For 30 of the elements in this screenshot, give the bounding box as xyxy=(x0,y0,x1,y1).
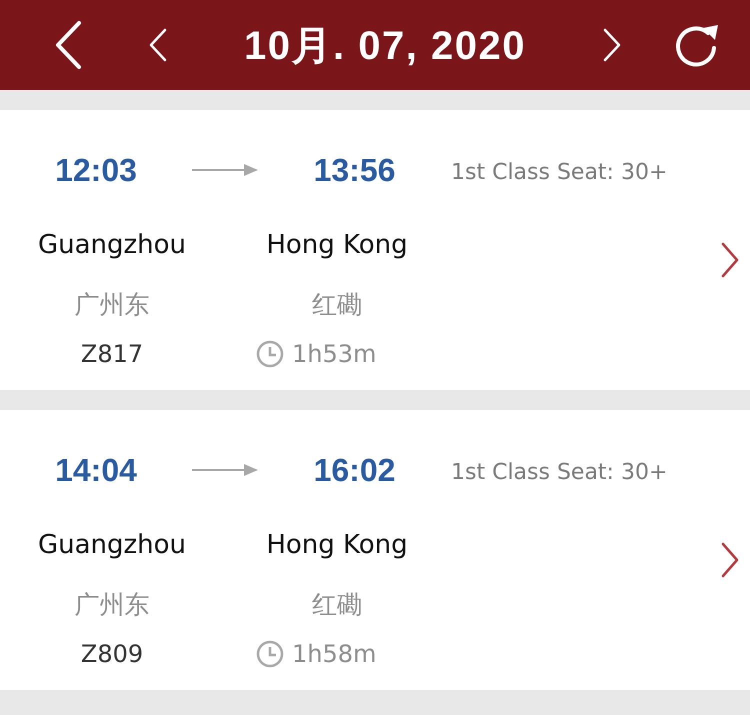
arrival-time: 13:56 xyxy=(312,152,396,188)
clock-icon xyxy=(256,640,284,668)
departure-station: 广州东 xyxy=(74,590,150,621)
chevron-right-icon xyxy=(602,28,622,62)
chevron-right-icon xyxy=(720,542,740,578)
chevron-left-icon xyxy=(148,28,168,62)
arrival-station: 红磡 xyxy=(312,590,362,621)
departure-city: Guangzhou xyxy=(38,229,186,262)
arrow-icon xyxy=(192,463,258,477)
arrival-station: 红磡 xyxy=(312,290,362,321)
departure-station: 广州东 xyxy=(74,290,150,321)
departure-time: 14:04 xyxy=(54,452,138,488)
departure-time: 12:03 xyxy=(54,152,138,188)
train-card[interactable]: 14:04 16:02 1st Class Seat: 30+ Guangzhou Hong Kong 广州东 红磡 Z809 1h58m xyxy=(0,410,750,690)
seat-availability: 1st Class Seat: 30+ xyxy=(451,460,668,484)
train-number: Z809 xyxy=(80,639,144,670)
trip-duration: 1h58m xyxy=(292,639,376,670)
seat-availability: 1st Class Seat: 30+ xyxy=(451,160,668,184)
trip-duration: 1h53m xyxy=(292,339,376,370)
departure-city: Guangzhou xyxy=(38,529,186,562)
arrival-city: Hong Kong xyxy=(266,229,408,262)
arrival-time: 16:02 xyxy=(312,452,396,488)
arrival-city: Hong Kong xyxy=(266,529,408,562)
train-card[interactable]: 12:03 13:56 1st Class Seat: 30+ Guangzhou Hong Kong 广州东 红磡 Z817 1h53m xyxy=(0,110,750,390)
arrow-icon xyxy=(192,163,258,177)
back-icon xyxy=(54,20,82,70)
date-title: 10月. 07, 2020 xyxy=(243,22,527,70)
clock-icon xyxy=(256,340,284,368)
chevron-right-icon xyxy=(720,242,740,278)
train-number: Z817 xyxy=(80,339,144,370)
